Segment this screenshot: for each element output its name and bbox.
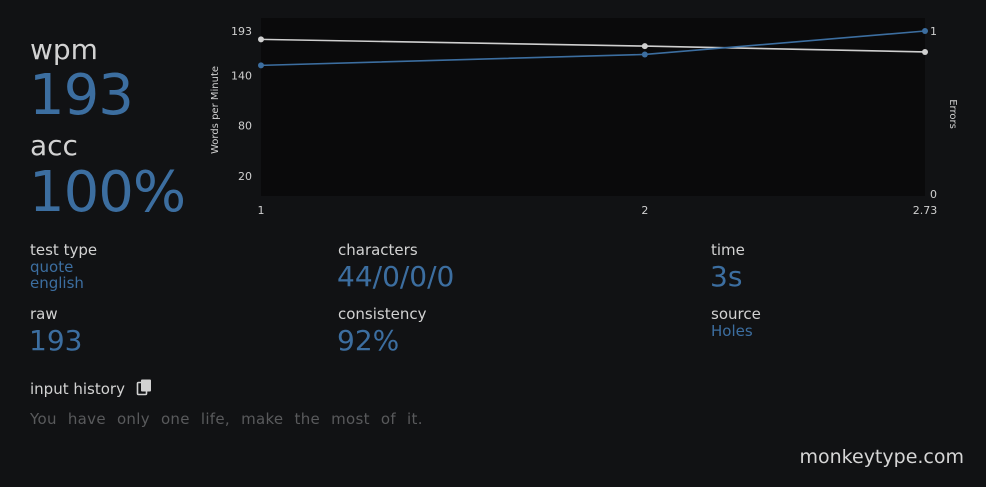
- history-word: one: [160, 410, 190, 428]
- copy-icon[interactable]: [136, 379, 152, 396]
- wpm-chart[interactable]: Words per Minute Errors 193 140 80 20 1 0 1 2…: [200, 18, 960, 223]
- consistency-value: 92%: [337, 324, 400, 357]
- history-word: make: [241, 410, 284, 428]
- series-point[interactable]: [641, 51, 648, 58]
- series-point[interactable]: [258, 36, 264, 43]
- test-type-language: english: [30, 274, 84, 292]
- raw-label: raw: [30, 305, 58, 323]
- x-tick-label: 2: [641, 204, 648, 217]
- y-tick-label: 193: [231, 25, 252, 38]
- y2-axis-label: Errors: [947, 99, 958, 129]
- history-word: of: [380, 410, 396, 428]
- y-axis-label: Words per Minute: [210, 66, 221, 154]
- characters-label: characters: [338, 241, 418, 259]
- history-word: it.: [407, 410, 423, 428]
- characters-value: 44/0/0/0: [337, 260, 455, 293]
- series-point[interactable]: [922, 28, 928, 34]
- time-label: time: [711, 241, 745, 259]
- x-tick-label: 2.73: [913, 204, 938, 217]
- history-word: have: [67, 410, 106, 428]
- history-word: only: [116, 410, 150, 428]
- history-word: You: [30, 410, 57, 428]
- series-point[interactable]: [641, 43, 648, 50]
- acc-value: 100%: [29, 160, 186, 225]
- test-type-mode: quote: [30, 258, 74, 276]
- wpm-value: 193: [29, 63, 134, 128]
- test-type-label: test type: [30, 241, 98, 259]
- history-word: the: [294, 410, 321, 428]
- series-point[interactable]: [258, 62, 264, 69]
- x-tick-label: 1: [258, 204, 265, 217]
- wpm-label: wpm: [30, 33, 98, 66]
- input-history-words: You have only one life, make the most of…: [30, 410, 423, 428]
- y-tick-label: 80: [238, 120, 252, 133]
- time-value: 3s: [710, 260, 743, 293]
- history-word: life,: [200, 410, 230, 428]
- y-tick-label: 140: [231, 69, 252, 82]
- y2-tick-label: 1: [930, 25, 937, 38]
- input-history-label: input history: [30, 380, 125, 398]
- series-point[interactable]: [922, 48, 928, 55]
- brand-footer[interactable]: monkeytype.com: [800, 446, 965, 468]
- y-tick-label: 20: [238, 170, 252, 183]
- acc-label: acc: [30, 129, 78, 162]
- source-label: source: [711, 305, 761, 323]
- y2-tick-label: 0: [930, 188, 937, 201]
- consistency-label: consistency: [338, 305, 427, 323]
- history-word: most: [331, 410, 370, 428]
- source-value[interactable]: Holes: [711, 323, 753, 339]
- raw-value: 193: [29, 324, 83, 357]
